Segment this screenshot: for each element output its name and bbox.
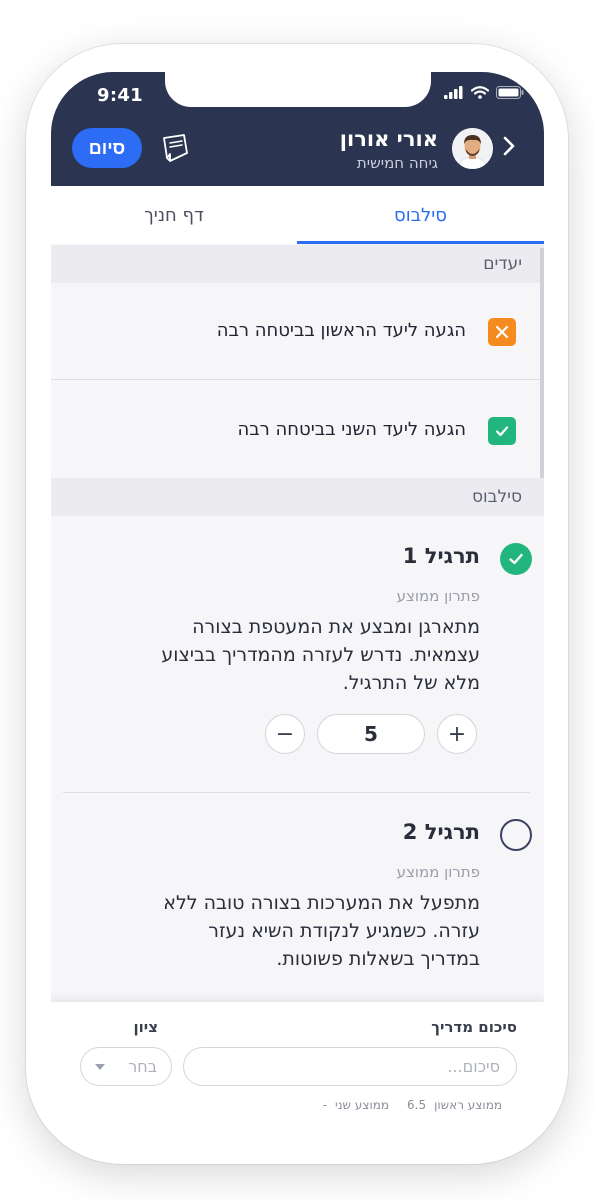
score-value[interactable]: 5 — [317, 714, 425, 754]
status-time: 9:41 — [97, 85, 143, 106]
check-icon — [495, 426, 509, 437]
goal-item[interactable]: הגעה ליעד השני בביטחה רבה — [51, 382, 540, 479]
app-header: 9:41 אורי אורון גיחה חמישית סיום — [51, 72, 544, 186]
exercise-title: תרגיל 1 — [402, 544, 480, 568]
instructor-summary-label: סיכום מדריך — [431, 1018, 517, 1036]
goals-section-header: יעדים — [51, 245, 544, 283]
exercise-card: תרגיל 1 פתרון ממוצע מתארגן ומבצע את המעט… — [51, 543, 544, 773]
avg-first-value: 6.5 — [407, 1098, 427, 1112]
grade-select[interactable]: בחר — [80, 1047, 172, 1086]
goal-item[interactable]: הגעה ליעד הראשון בביטחה רבה — [51, 283, 540, 380]
tab-bar: סילבוס דף חניך — [51, 186, 544, 244]
decrement-button[interactable]: − — [265, 714, 305, 754]
app-screen: 9:41 אורי אורון גיחה חמישית סיום סילבוס … — [51, 72, 544, 1142]
tab-trainee-page[interactable]: דף חניך — [51, 186, 297, 244]
exercise-evaluation: פתרון ממוצע — [396, 863, 480, 881]
avg-first-label: ממוצע ראשון — [434, 1098, 502, 1112]
goal-label: הגעה ליעד השני בביטחה רבה — [237, 419, 466, 440]
tab-syllabus[interactable]: סילבוס — [297, 186, 544, 244]
goal-failed-checkbox[interactable] — [488, 318, 516, 346]
signal-icon — [444, 86, 463, 99]
exercise-evaluation: פתרון ממוצע — [396, 587, 480, 605]
exercise-complete-toggle[interactable] — [500, 543, 532, 575]
scrollbar[interactable] — [540, 248, 544, 478]
exercise-description: מתארגן ומבצע את המעטפת בצורה עצמאית. נדר… — [161, 616, 480, 694]
user-name: אורי אורון — [339, 127, 438, 151]
grade-label: ציון — [133, 1018, 158, 1036]
battery-icon — [496, 86, 524, 99]
caret-down-icon — [95, 1063, 105, 1070]
chevron-right-icon[interactable] — [498, 134, 520, 158]
instructor-summary-input[interactable] — [183, 1047, 517, 1086]
divider — [63, 792, 530, 793]
finish-button[interactable]: סיום — [72, 128, 142, 168]
x-icon — [495, 325, 509, 339]
exercise-description: מתפעל את המערכות בצורה טובה ללא עזרה. כש… — [163, 892, 480, 970]
score-stepper: − 5 + — [265, 714, 477, 754]
avg-second-value: - — [322, 1098, 328, 1112]
goal-label: הגעה ליעד הראשון בביטחה רבה — [216, 320, 466, 341]
goal-done-checkbox[interactable] — [488, 417, 516, 445]
grade-select-value: בחר — [128, 1057, 157, 1076]
increment-button[interactable]: + — [437, 714, 477, 754]
status-icons — [444, 86, 524, 99]
exercise-title: תרגיל 2 — [402, 820, 480, 844]
device-notch — [165, 72, 431, 107]
footer-panel: סיכום מדריך ציון בחר ממוצע ראשון 6.5 ממו… — [51, 1002, 544, 1142]
check-icon — [509, 553, 523, 565]
averages-row: ממוצע ראשון 6.5 ממוצע שני - — [323, 1098, 502, 1112]
notes-icon[interactable] — [158, 132, 192, 164]
syllabus-section-header: סילבוס — [51, 478, 544, 516]
avg-second-label: ממוצע שני — [335, 1098, 390, 1112]
avatar[interactable] — [452, 128, 493, 169]
exercise-complete-toggle[interactable] — [500, 819, 532, 851]
wifi-icon — [471, 86, 489, 99]
exercise-card: תרגיל 2 פתרון ממוצע מתפעל את המערכות בצו… — [51, 819, 544, 999]
user-subtitle: גיחה חמישית — [356, 154, 438, 172]
user-photo — [452, 128, 493, 169]
